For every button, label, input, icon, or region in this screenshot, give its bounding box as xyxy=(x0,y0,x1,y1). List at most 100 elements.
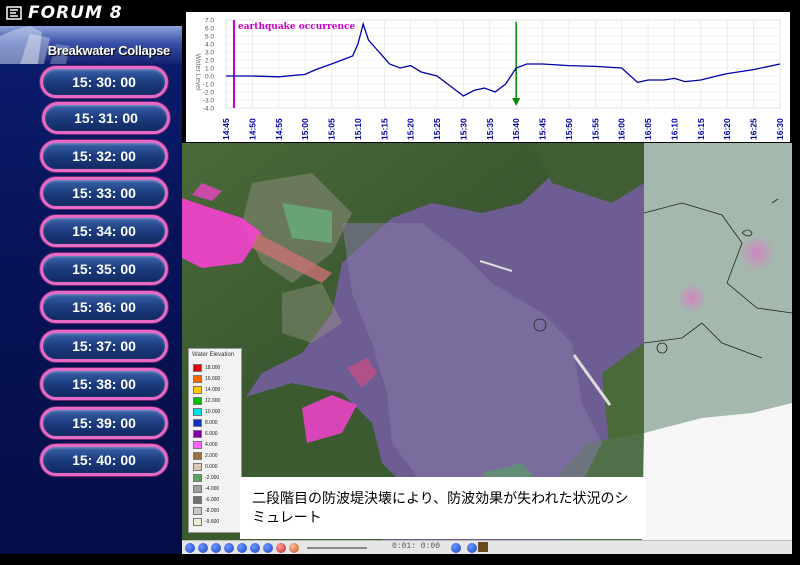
time-button-label: 15: 34: 00 xyxy=(72,223,136,239)
time-arrow-head xyxy=(512,98,521,106)
water-level-chart: 14:45 14:50 14:55 15:00 15:05 15:10 15:15 15:20… xyxy=(194,18,785,141)
legend-row: 0.000 xyxy=(193,462,218,471)
x-tick-label: 16:10 xyxy=(669,118,679,140)
step-forward-button[interactable] xyxy=(250,542,260,553)
water-level-chart-panel: 14:45 14:50 14:55 15:00 15:05 15:10 15:15 15:20… xyxy=(186,12,790,142)
x-tick-label: 15:25 xyxy=(432,118,442,140)
legend-swatch xyxy=(193,407,202,416)
y-tick-label: 2.0 xyxy=(205,58,214,65)
logo-strip: FORUM 8 xyxy=(0,0,182,26)
bottom-bar xyxy=(0,554,800,565)
y-tick-label: -2.0 xyxy=(203,90,215,97)
legend-label: 6.000 xyxy=(205,430,218,437)
x-tick-label: 15:05 xyxy=(327,118,337,140)
time-button-label: 15: 31: 00 xyxy=(74,110,138,126)
x-tick-label: 15:35 xyxy=(485,118,495,140)
time-button-1535[interactable]: 15: 35: 00 xyxy=(40,253,168,285)
timeline-slider[interactable] xyxy=(307,546,367,549)
banner: Breakwater Collapse xyxy=(0,26,182,64)
time-button-label: 15: 32: 00 xyxy=(72,148,136,164)
time-button-1536[interactable]: 15: 36: 00 xyxy=(40,291,168,323)
simulation-map[interactable]: Water Elevation 18.000 16.000 14.000 12.000… xyxy=(182,143,792,540)
stop-button[interactable] xyxy=(224,542,234,553)
info-button[interactable] xyxy=(467,542,477,553)
legend-row: 10.000 xyxy=(193,407,220,416)
legend-swatch xyxy=(193,374,202,383)
playback-toolbar: 0:01: 0:00 xyxy=(182,540,792,554)
x-tick-label: 16:25 xyxy=(749,118,759,140)
brand-logo: FORUM 8 xyxy=(28,3,123,23)
time-button-label: 15: 35: 00 xyxy=(72,261,136,277)
y-tick-label: 4.0 xyxy=(205,42,214,49)
x-tick-label: 16:20 xyxy=(722,118,732,140)
rewind-button[interactable] xyxy=(185,542,195,553)
time-button-1539[interactable]: 15: 39: 00 xyxy=(40,407,168,439)
x-tick-label: 16:30 xyxy=(775,118,785,140)
y-tick-label: -1.0 xyxy=(203,82,215,89)
tool-icon[interactable] xyxy=(478,542,488,552)
time-button-1533[interactable]: 15: 33: 00 xyxy=(40,177,168,209)
legend-swatch xyxy=(193,506,202,515)
legend-swatch xyxy=(193,495,202,504)
y-tick-label: -4.0 xyxy=(203,106,215,113)
legend-row: -8.000 xyxy=(193,506,219,515)
legend-swatch xyxy=(193,418,202,427)
banner-title: Breakwater Collapse xyxy=(47,43,171,58)
time-button-1538[interactable]: 15: 38: 00 xyxy=(40,368,168,400)
record-icon[interactable] xyxy=(276,542,286,553)
y-tick-label: 0.0 xyxy=(205,74,214,81)
time-button-1532[interactable]: 15: 32: 00 xyxy=(40,140,168,172)
x-tick-label: 15:10 xyxy=(353,118,363,140)
time-button-1540[interactable]: 15: 40: 00 xyxy=(40,444,168,476)
time-button-label: 15: 38: 00 xyxy=(72,376,136,392)
y-tick-label: 7.0 xyxy=(205,18,214,25)
legend-swatch xyxy=(193,473,202,482)
time-button-label: 15: 39: 00 xyxy=(72,415,136,431)
time-button-label: 15: 37: 00 xyxy=(72,338,136,354)
time-button-label: 15: 36: 00 xyxy=(72,299,136,315)
x-tick-label: 15:15 xyxy=(379,118,389,140)
legend-swatch xyxy=(193,363,202,372)
time-button-1537[interactable]: 15: 37: 00 xyxy=(40,330,168,362)
legend-label: 0.000 xyxy=(205,463,218,470)
legend-label: -4.000 xyxy=(205,485,220,492)
x-tick-label: 15:20 xyxy=(406,118,416,140)
x-tick-label: 14:45 xyxy=(221,118,231,140)
legend-row: 8.000 xyxy=(193,418,218,427)
legend-label: -6.000 xyxy=(205,496,220,503)
x-tick-label: 16:00 xyxy=(617,118,627,140)
timer-icon[interactable] xyxy=(289,542,299,553)
legend-row: 12.000 xyxy=(193,396,220,405)
earthquake-annotation: earthquake occurrence xyxy=(238,22,356,32)
x-tick-label: 14:50 xyxy=(247,118,257,140)
legend-swatch xyxy=(193,385,202,394)
play-reverse-button[interactable] xyxy=(211,542,221,553)
time-button-1531[interactable]: 15: 31: 00 xyxy=(42,102,170,134)
legend-row: -2.000 xyxy=(193,473,219,482)
y-tick-label: 5.0 xyxy=(205,34,214,41)
legend-label: 12.000 xyxy=(205,397,221,404)
time-button-1530[interactable]: 15: 30: 00 xyxy=(40,66,168,98)
legend-label: 10.000 xyxy=(205,408,221,415)
legend-label: -2.000 xyxy=(205,474,220,481)
y-tick-label: 1.0 xyxy=(205,66,214,73)
caption-text: 二段階目の防波堤決壊により、防波効果が失われた状況のシミュレート xyxy=(252,490,629,525)
legend-label: 14.000 xyxy=(205,386,221,393)
x-tick-label: 15:40 xyxy=(511,118,521,140)
legend-label: 4.000 xyxy=(205,441,218,448)
legend-swatch xyxy=(193,517,202,526)
time-readout: 0:01: 0:00 xyxy=(392,542,441,551)
legend-row: -4.000 xyxy=(193,484,219,493)
legend-row: 14.000 xyxy=(193,385,220,394)
time-button-label: 15: 40: 00 xyxy=(72,452,136,468)
legend-label: -9.600 xyxy=(205,518,220,525)
y-tick-label: 6.0 xyxy=(205,26,214,33)
legend-swatch xyxy=(193,484,202,493)
legend-row: -6.000 xyxy=(193,495,219,504)
play-button[interactable] xyxy=(237,542,247,553)
settings-button[interactable] xyxy=(451,542,461,553)
fast-forward-button[interactable] xyxy=(263,542,273,553)
step-back-button[interactable] xyxy=(198,542,208,553)
x-tick-label: 15:55 xyxy=(590,118,600,140)
time-button-1534[interactable]: 15: 34: 00 xyxy=(40,215,168,247)
